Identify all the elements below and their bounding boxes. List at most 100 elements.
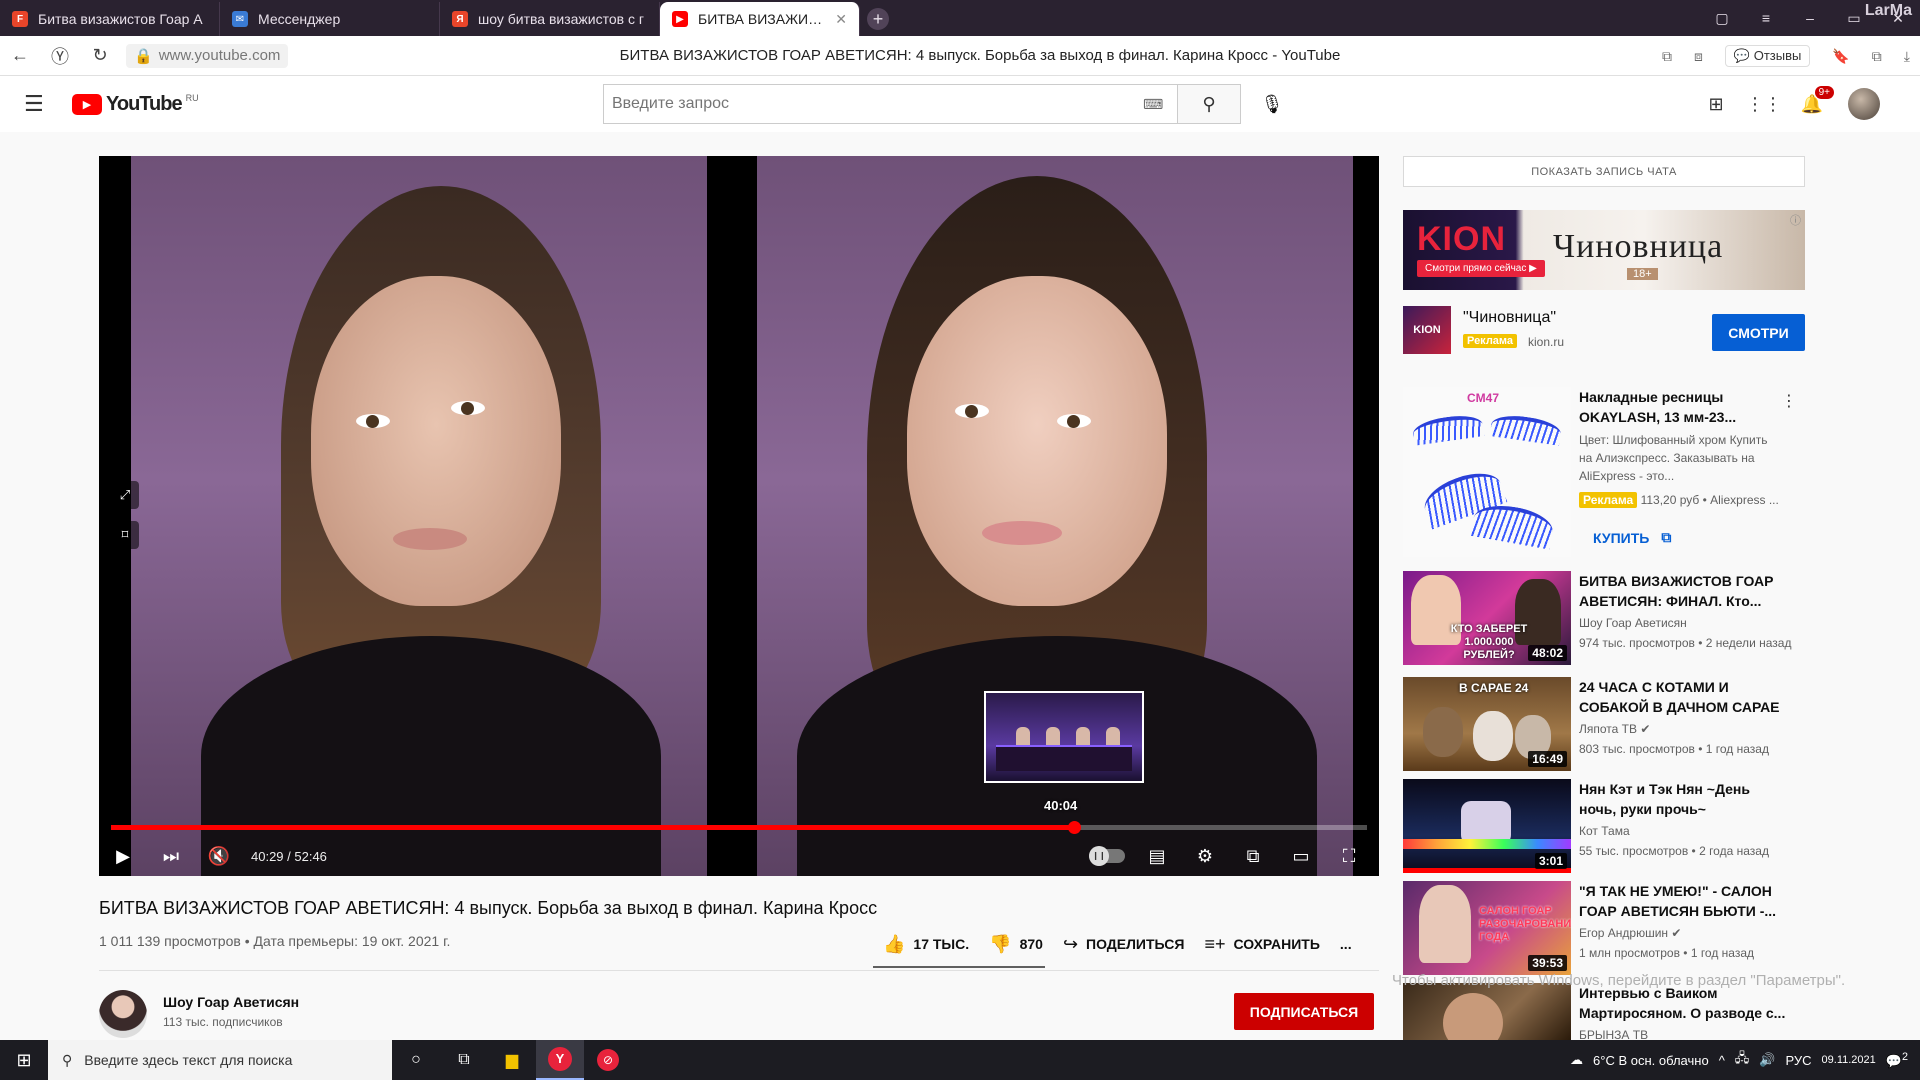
weather-text[interactable]: 6°C В осн. облачно [1593,1053,1709,1068]
feedback-button[interactable]: 💬 Отзывы [1724,45,1811,67]
keyboard-icon[interactable]: ⌨ [1143,96,1163,113]
ad-logo[interactable]: KION [1403,306,1451,354]
create-video-icon[interactable]: ⊞ [1704,92,1728,116]
dislike-button[interactable]: 👎 870 [979,926,1053,962]
yandex-shield-icon[interactable]: Ⓨ [40,43,80,69]
video-channel[interactable]: Кот Тама [1579,824,1630,838]
browser-tab-3[interactable]: Я шоу битва визажистов с г [440,2,660,36]
save-button[interactable]: ≡+ СОХРАНИТЬ [1194,926,1329,962]
collections-icon[interactable]: ⧉ [1872,48,1882,65]
progress-bar[interactable] [111,821,1367,834]
next-video-icon[interactable]: ⏭ [147,846,195,867]
more-actions-button[interactable]: ... [1330,926,1362,962]
more-options-icon[interactable]: ⋮ [1781,391,1797,411]
url-field[interactable]: 🔒 www.youtube.com [126,43,289,68]
file-explorer-icon[interactable]: ▆ [488,1040,536,1080]
page-title: БИТВА ВИЗАЖИСТОВ ГОАР АВЕТИСЯН: 4 выпуск… [619,47,1341,64]
progress-played [111,825,1075,830]
downloads-icon[interactable]: ⤓ [1904,48,1910,65]
ad-name[interactable]: "Чиновница" [1463,309,1556,327]
product-title[interactable]: Накладные ресницы OKAYLASH, 13 мм-23... [1579,387,1779,427]
volume-icon[interactable]: 🔊 [1759,1052,1775,1068]
recommendation-item[interactable]: САЛОН ГОАР РАЗОЧАРОВАНИЕ ГОДА 39:53 "Я Т… [1403,881,1805,975]
new-tab-button[interactable]: + [860,2,896,36]
reload-icon[interactable]: ↻ [80,45,120,66]
opera-taskbar-icon[interactable]: ⊘ [584,1040,632,1080]
bookmarks-icon[interactable]: ▢ [1700,10,1744,27]
favicon-red-icon: F [12,11,28,27]
fullscreen-icon[interactable]: ⛶ [1325,846,1373,867]
notifications-bell-icon[interactable]: 🔔 9+ [1800,86,1834,116]
ad-banner[interactable]: KION Смотри прямо сейчас ▶ Чиновница 18+… [1403,210,1805,290]
ad-info-icon[interactable]: ⓘ [1790,212,1801,228]
taskbar-search[interactable]: ⚲ Введите здесь текст для поиска [48,1040,392,1080]
buy-button[interactable]: КУПИТЬ ⧉ [1593,529,1671,546]
youtube-logo[interactable]: ▶ YouTube RU [72,93,199,116]
browser-tab-4-active[interactable]: ▶ БИТВА ВИЗАЖИСТОВ Г ✕ [660,2,860,36]
channel-name[interactable]: Шоу Гоар Аветисян [163,994,299,1010]
close-tab-icon[interactable]: ✕ [835,11,847,28]
windows-taskbar: ⊞ ⚲ Введите здесь текст для поиска ○ ⧉ ▆… [0,1040,1920,1080]
recommendation-item[interactable]: КТО ЗАБЕРЕТ 1.000.000 РУБЛЕЙ? 48:02 БИТВ… [1403,571,1805,665]
translate-icon[interactable]: ⧉ [1662,48,1672,65]
video-title[interactable]: БИТВА ВИЗАЖИСТОВ ГОАР АВЕТИСЯН: ФИНАЛ. К… [1579,571,1789,611]
subtitles-icon[interactable]: ▤ [1133,846,1181,867]
bookmark-video-icon[interactable]: ⌑ [111,521,139,549]
muted-speaker-icon[interactable]: 🔇 [195,846,243,867]
yandex-browser-taskbar-icon[interactable]: Y [536,1040,584,1080]
video-thumbnail[interactable]: КТО ЗАБЕРЕТ 1.000.000 РУБЛЕЙ? 48:02 [1403,571,1571,665]
video-channel[interactable]: Ляпота ТВ ✔ [1579,722,1650,736]
apps-grid-icon[interactable]: ⋮⋮ [1746,92,1782,116]
video-thumbnail[interactable]: 3:01 [1403,779,1571,873]
task-view-icon[interactable]: ⧉ [440,1040,488,1080]
video-channel[interactable]: Егор Андрюшин ✔ [1579,926,1681,940]
menu-icon[interactable]: ≡ [1744,10,1788,26]
settings-gear-icon[interactable]: ⚙ [1181,846,1229,867]
video-thumbnail[interactable]: САЛОН ГОАР РАЗОЧАРОВАНИЕ ГОДА 39:53 [1403,881,1571,975]
browser-tab-2[interactable]: ✉ Мессенджер [220,2,440,36]
user-avatar[interactable] [1848,88,1880,120]
video-thumbnail[interactable]: В САРАЕ 24 16:49 [1403,677,1571,771]
product-thumbnail[interactable]: CM47 [1403,387,1571,557]
weather-cloud-icon[interactable]: ☁ [1570,1052,1583,1068]
language-indicator[interactable]: РУС [1785,1053,1811,1068]
network-icon[interactable]: 🖧 [1735,1049,1750,1071]
tray-chevron-icon[interactable]: ^ [1719,1053,1725,1068]
subscribe-button[interactable]: ПОДПИСАТЬСЯ [1234,993,1374,1030]
minimize-icon[interactable]: – [1788,10,1832,26]
screenshot-icon[interactable]: ⤢ [111,481,139,509]
video-player[interactable]: ⤢ ⌑ 40:04 ▶ ⏭ 🔇 40:29 / 52:46 ▤ ⚙ ⧉ ▭ ⛶ [99,156,1379,876]
video-title[interactable]: Нян Кэт и Тэк Нян ~День ночь, руки прочь… [1579,779,1789,819]
back-arrow-icon[interactable]: ← [0,45,40,66]
extension-icon[interactable]: ⧈ [1694,48,1703,65]
hamburger-menu-icon[interactable]: ☰ [24,91,48,117]
miniplayer-icon[interactable]: ⧉ [1229,846,1277,867]
video-title[interactable]: Интервью с Ваиком Мартиросяном. О развод… [1579,983,1789,1023]
like-button[interactable]: 👍 17 ТЫС. [873,926,979,962]
recommendation-item[interactable]: В САРАЕ 24 16:49 24 ЧАСА С КОТАМИ И СОБА… [1403,677,1805,771]
eyelash-image [1470,500,1556,550]
windows-start-icon[interactable]: ⊞ [0,1050,48,1071]
video-channel[interactable]: БРЫНЗА ТВ [1579,1028,1648,1040]
search-button[interactable]: ⚲ [1177,84,1241,124]
search-input[interactable] [603,84,1177,124]
cortana-icon[interactable]: ○ [392,1040,440,1080]
ad-watch-button[interactable]: СМОТРИ [1712,314,1805,351]
recommendation-item[interactable]: 3:01 Нян Кэт и Тэк Нян ~День ночь, руки … [1403,779,1805,873]
video-channel[interactable]: Шоу Гоар Аветисян [1579,616,1687,630]
notification-center-icon[interactable]: 💬2 [1886,1051,1908,1069]
browser-tab-1[interactable]: F Битва визажистов Гоар А [0,2,220,36]
voice-search-mic-icon[interactable]: 🎙 [1252,84,1292,124]
channel-avatar[interactable] [99,990,147,1038]
bookmark-icon[interactable]: 🔖 [1832,48,1849,65]
play-icon[interactable]: ▶ [99,846,147,867]
autoplay-toggle[interactable] [1089,846,1125,866]
recommendation-item[interactable]: Интервью с Ваиком Мартиросяном. О развод… [1403,983,1805,1040]
video-title[interactable]: 24 ЧАСА С КОТАМИ И СОБАКОЙ В ДАЧНОМ САРА… [1579,677,1789,717]
video-thumbnail[interactable] [1403,983,1571,1040]
video-title[interactable]: "Я ТАК НЕ УМЕЮ!" - САЛОН ГОАР АВЕТИСЯН Б… [1579,881,1789,921]
clock[interactable]: 09.11.2021 [1822,1053,1876,1068]
theater-mode-icon[interactable]: ▭ [1277,846,1325,867]
show-chat-replay-button[interactable]: ПОКАЗАТЬ ЗАПИСЬ ЧАТА [1403,156,1805,187]
share-button[interactable]: ↪ ПОДЕЛИТЬСЯ [1053,926,1195,962]
